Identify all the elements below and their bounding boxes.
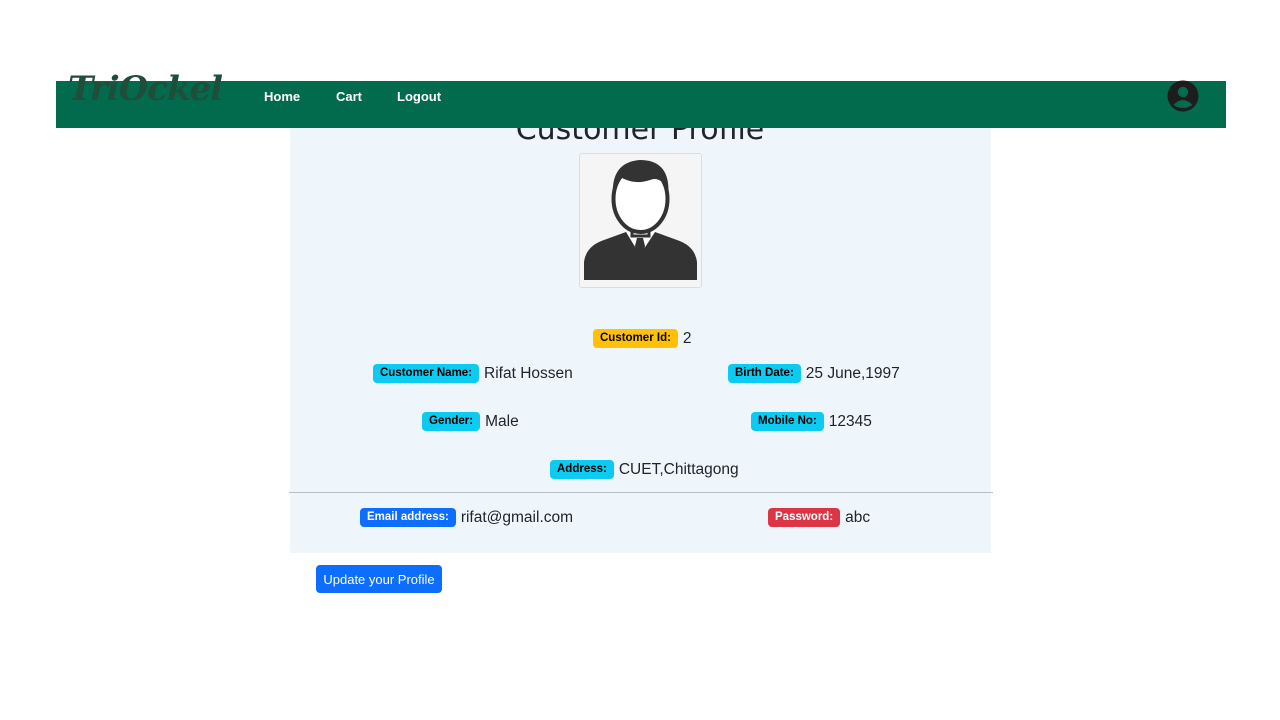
birth-date-label: Birth Date: — [728, 364, 801, 383]
businessman-avatar-icon — [584, 160, 697, 280]
gender-value: Male — [485, 412, 519, 430]
customer-name-label: Customer Name: — [373, 364, 480, 383]
address-label: Address: — [550, 460, 614, 479]
section-divider — [289, 492, 993, 493]
nav-link-cart[interactable]: Cart — [336, 81, 362, 112]
field-address: Address: CUET,Chittagong — [550, 460, 739, 479]
field-email: Email address: rifat@gmail.com — [360, 508, 573, 527]
update-profile-button[interactable]: Update your Profile — [316, 565, 442, 593]
email-label: Email address: — [360, 508, 456, 527]
customer-name-value: Rifat Hossen — [484, 364, 573, 382]
field-gender: Gender: Male — [422, 412, 519, 431]
user-circle-icon[interactable] — [1167, 80, 1199, 112]
email-value: rifat@gmail.com — [460, 508, 574, 526]
field-mobile-no: Mobile No: 12345 — [751, 412, 872, 431]
field-customer-name: Customer Name: Rifat Hossen — [373, 364, 573, 383]
field-birth-date: Birth Date: 25 June,1997 — [728, 364, 900, 383]
profile-picture — [579, 153, 702, 288]
gender-label: Gender: — [422, 412, 481, 431]
mobile-no-label: Mobile No: — [751, 412, 824, 431]
brand-logo[interactable]: TriOckel — [68, 71, 222, 107]
nav-link-home[interactable]: Home — [264, 81, 300, 112]
customer-id-label: Customer Id: — [593, 329, 678, 348]
customer-id-value: 2 — [682, 329, 692, 347]
password-label: Password: — [768, 508, 841, 527]
birth-date-value: 25 June,1997 — [805, 364, 900, 382]
field-customer-id: Customer Id: 2 — [593, 329, 692, 348]
top-navbar: TriOckel Home Cart Logout — [56, 71, 1226, 128]
nav-link-logout[interactable]: Logout — [397, 81, 441, 112]
password-value: abc — [845, 508, 871, 526]
mobile-no-value: 12345 — [828, 412, 872, 430]
field-password: Password: abc — [768, 508, 870, 527]
address-value: CUET,Chittagong — [618, 460, 739, 478]
